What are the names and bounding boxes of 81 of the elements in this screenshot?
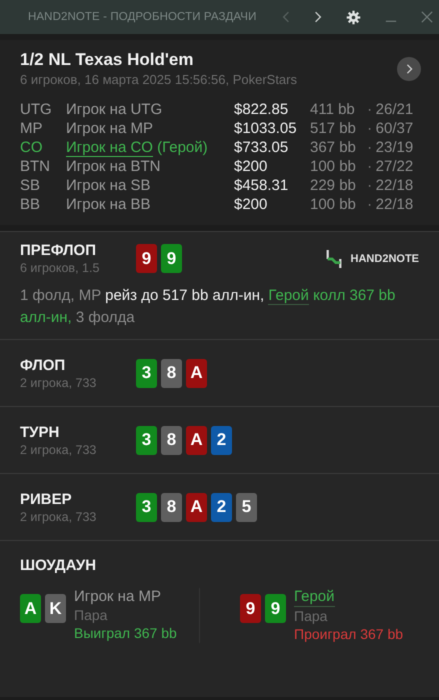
logo-icon — [324, 248, 343, 270]
playing-card: 3 — [136, 426, 157, 454]
street-title: ФЛОП — [20, 356, 66, 374]
player-name: Игрок на SB — [66, 177, 152, 194]
stack-amount: $1033.05 — [234, 120, 298, 137]
separator-dot: · — [366, 101, 374, 118]
stack-bb: 100 bb — [309, 196, 357, 213]
position-label: BB — [20, 196, 42, 213]
street-subtitle: 2 игрока, 733 — [20, 510, 98, 524]
close-icon[interactable] — [421, 11, 433, 23]
playing-card: A — [186, 426, 207, 454]
hand-title: 1/2 NL Texas Hold'em — [20, 50, 194, 70]
hand-subtitle: 6 игроков, 16 марта 2025 15:56:56, PokerStars — [20, 72, 297, 87]
playing-card: 3 — [136, 492, 157, 522]
player-name: Игрок на CO (Герой) — [66, 139, 209, 156]
playing-card: 2 — [211, 426, 232, 454]
playing-card: 5 — [236, 492, 257, 522]
street-title: ПРЕФЛОП — [20, 242, 97, 259]
stack-amount: $733.05 — [234, 139, 290, 156]
playing-card: A — [186, 358, 207, 388]
stack-amount: $822.85 — [234, 101, 290, 118]
window-title: HAND2NOTE - ПОДРОБНОСТИ РАЗДАЧИ — [28, 11, 256, 23]
playing-card: 8 — [161, 426, 182, 454]
separator-dot: · — [366, 120, 374, 137]
position-label: UTG — [20, 101, 53, 118]
hand-rank: Пара — [74, 606, 108, 624]
result-text: Проиграл 367 bb — [294, 625, 404, 643]
playing-card: 2 — [211, 492, 232, 522]
player-stats: 60/37 — [376, 120, 414, 137]
street-subtitle: 2 игрока, 733 — [20, 442, 98, 456]
action-text: 1 фолд, MP рейз до 517 bb алл-ин, Герой колл 367 bb алл-ин, 3 фолда — [20, 286, 396, 328]
playing-card: 9 — [136, 244, 157, 273]
street-subtitle: 2 игрока, 733 — [20, 376, 98, 390]
street-subtitle: 6 игроков, 1.5 — [20, 261, 100, 275]
logo-text: HAND2NOTE — [350, 252, 419, 264]
separator-dot: · — [366, 139, 374, 156]
position-label: CO — [20, 139, 44, 156]
hero-link[interactable]: Герой — [268, 287, 309, 305]
playing-card: 8 — [161, 358, 182, 388]
playing-card: 9 — [161, 244, 182, 273]
stack-amount: $200 — [234, 196, 268, 213]
street-title: ТУРН — [20, 424, 60, 440]
separator-dot: · — [366, 177, 374, 194]
stack-bb: 411 bb — [309, 101, 356, 118]
player-name: Игрок на BTN — [66, 158, 162, 175]
position-label: BTN — [20, 158, 51, 175]
player-name: Игрок на MP — [66, 120, 154, 137]
stack-bb: 229 bb — [309, 177, 357, 194]
player-stats: 27/22 — [376, 158, 414, 175]
player-stats: 23/19 — [376, 139, 414, 156]
playing-card: A — [20, 594, 41, 623]
player-stats: 26/21 — [376, 101, 414, 118]
playing-card: 8 — [161, 492, 182, 522]
next-icon[interactable] — [314, 11, 322, 23]
playing-card: K — [45, 594, 66, 623]
stack-bb: 367 bb — [309, 139, 357, 156]
stack-bb: 100 bb — [309, 158, 357, 175]
hand-rank: Пара — [294, 607, 328, 625]
player-stats: 22/18 — [376, 177, 414, 194]
separator-dot: · — [366, 196, 374, 213]
showdown-title: ШОУДАУН — [20, 557, 98, 574]
player-name[interactable]: Герой — [294, 588, 335, 607]
stack-amount: $458.31 — [234, 177, 290, 194]
player-name: Игрок на UTG — [66, 101, 164, 118]
settings-icon[interactable] — [346, 10, 361, 24]
position-label: SB — [20, 177, 42, 194]
next-button[interactable] — [397, 56, 421, 80]
player-stats: 22/18 — [376, 196, 414, 213]
separator-dot: · — [366, 158, 374, 175]
player-name: Игрок на MP — [74, 588, 161, 606]
stack-bb: 517 bb — [309, 120, 357, 137]
position-label: MP — [20, 120, 44, 137]
chevron-icon — [406, 64, 412, 74]
playing-card: 3 — [136, 358, 157, 388]
stack-amount: $200 — [234, 158, 268, 175]
playing-card: A — [186, 492, 207, 522]
street-title: РИВЕР — [20, 490, 73, 508]
playing-card: 9 — [240, 594, 261, 623]
playing-card: 9 — [265, 594, 286, 623]
player-name: Игрок на BB — [66, 196, 152, 213]
result-text: Выиграл 367 bb — [74, 624, 177, 642]
